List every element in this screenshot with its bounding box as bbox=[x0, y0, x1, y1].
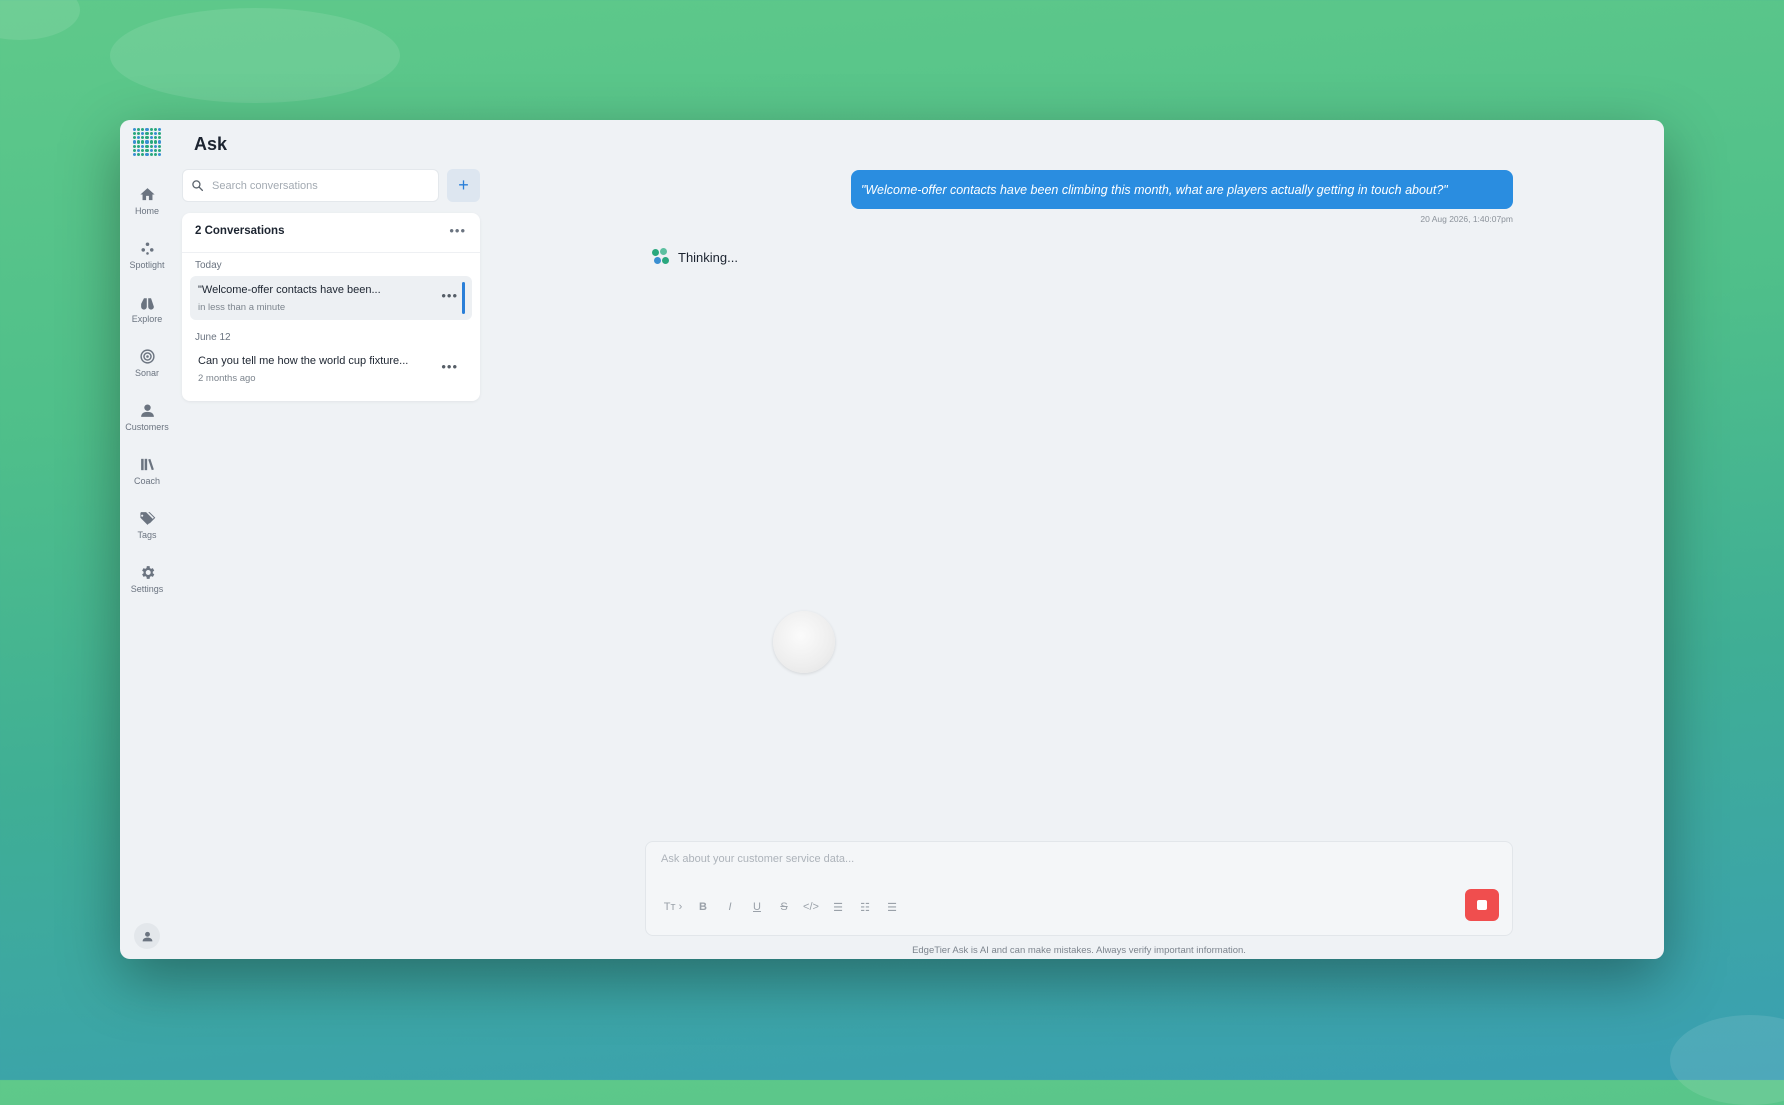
stop-icon bbox=[1477, 900, 1487, 910]
conversation-time: in less than a minute bbox=[198, 302, 286, 313]
nav-label: Coach bbox=[133, 476, 160, 486]
assistant-thinking: Thinking... bbox=[652, 248, 738, 266]
user-message-bubble: "Welcome-offer contacts have been climbi… bbox=[851, 170, 1513, 209]
nav-label: Tags bbox=[137, 530, 157, 540]
formatting-toolbar: Tт › B I U S </> ☰ ☷ ☰ bbox=[659, 897, 908, 917]
nav-item-tags[interactable]: Tags bbox=[120, 510, 174, 540]
person-icon bbox=[140, 404, 154, 417]
plus-icon: + bbox=[458, 175, 469, 195]
loading-indicator bbox=[773, 611, 835, 673]
search-icon bbox=[192, 180, 204, 192]
target-icon bbox=[139, 349, 155, 364]
bold-button[interactable]: B bbox=[692, 897, 714, 917]
underline-icon: U bbox=[753, 901, 761, 913]
more-icon: ••• bbox=[441, 359, 458, 374]
underline-button[interactable]: U bbox=[746, 897, 768, 917]
ai-disclaimer: EdgeTier Ask is AI and can make mistakes… bbox=[912, 945, 1246, 956]
nav-label: Customers bbox=[125, 422, 169, 432]
gear-icon bbox=[141, 566, 154, 579]
conversation-title: "Welcome-offer contacts have been... bbox=[198, 284, 381, 296]
code-icon: </> bbox=[803, 901, 819, 913]
numbered-list-icon: ☷ bbox=[860, 901, 870, 914]
divider bbox=[182, 252, 480, 253]
bold-icon: B bbox=[699, 901, 707, 913]
assistant-logo-icon bbox=[652, 248, 670, 266]
bullet-list-icon: ☰ bbox=[833, 901, 843, 914]
books-icon bbox=[140, 458, 154, 471]
message-timestamp: 20 Aug 2026, 1:40:07pm bbox=[1420, 214, 1513, 224]
nav-item-coach[interactable]: Coach bbox=[120, 456, 174, 486]
more-icon: ••• bbox=[449, 223, 466, 238]
strikethrough-button[interactable]: S bbox=[773, 897, 795, 917]
group-label-june-12: June 12 bbox=[195, 332, 231, 343]
edgetier-logo-icon[interactable] bbox=[133, 128, 161, 156]
conversation-list-menu-button[interactable]: ••• bbox=[449, 223, 466, 238]
nav-item-settings[interactable]: Settings bbox=[120, 564, 174, 594]
bullet-list-button[interactable]: ☰ bbox=[827, 897, 849, 917]
text-style-icon: Tт › bbox=[663, 901, 683, 913]
nav-item-customers[interactable]: Customers bbox=[120, 402, 174, 432]
tag-icon bbox=[139, 512, 155, 525]
nav-label: Sonar bbox=[134, 368, 160, 378]
active-indicator bbox=[462, 282, 465, 314]
thinking-status: Thinking... bbox=[678, 249, 738, 265]
spotlight-icon bbox=[140, 242, 154, 255]
strikethrough-icon: S bbox=[780, 901, 788, 913]
background-blob bbox=[1670, 1015, 1784, 1105]
message-composer: Tт › B I U S </> ☰ ☷ ☰ bbox=[645, 841, 1513, 936]
text-style-button[interactable]: Tт › bbox=[659, 897, 687, 917]
nav-label: Spotlight bbox=[129, 260, 165, 270]
nav-label: Home bbox=[134, 206, 159, 216]
indent-list-icon: ☰ bbox=[887, 901, 897, 914]
code-button[interactable]: </> bbox=[800, 897, 822, 917]
conversation-list: 2 Conversations ••• Today "Welcome-offer… bbox=[182, 213, 480, 401]
user-avatar-button[interactable] bbox=[134, 923, 160, 949]
background-blob bbox=[110, 8, 400, 103]
indent-list-button[interactable]: ☰ bbox=[881, 897, 903, 917]
user-avatar-icon bbox=[142, 931, 152, 941]
page-title: Ask bbox=[194, 134, 228, 154]
nav-item-home[interactable]: Home bbox=[120, 186, 174, 216]
search-box[interactable] bbox=[182, 169, 439, 202]
nav-item-explore[interactable]: Explore bbox=[120, 294, 174, 324]
conversation-item[interactable]: Can you tell me how the world cup fixtur… bbox=[190, 347, 472, 391]
conversation-menu-button[interactable]: ••• bbox=[441, 359, 458, 374]
italic-icon: I bbox=[728, 901, 732, 913]
conversation-item-active[interactable]: "Welcome-offer contacts have been... in … bbox=[190, 276, 472, 320]
binoculars-icon bbox=[140, 298, 154, 310]
home-icon bbox=[139, 188, 155, 201]
conversation-time: 2 months ago bbox=[198, 373, 256, 384]
nav-label: Explore bbox=[131, 314, 163, 324]
italic-button[interactable]: I bbox=[719, 897, 741, 917]
nav-item-sonar[interactable]: Sonar bbox=[120, 348, 174, 378]
conversation-count: 2 Conversations bbox=[195, 225, 285, 237]
conversation-title: Can you tell me how the world cup fixtur… bbox=[198, 355, 409, 367]
stop-generation-button[interactable] bbox=[1465, 889, 1499, 921]
nav-item-spotlight[interactable]: Spotlight bbox=[120, 240, 174, 270]
app-window: Home Spotlight Explore Sonar Customers C… bbox=[120, 120, 1664, 959]
new-conversation-button[interactable]: + bbox=[447, 169, 480, 202]
numbered-list-button[interactable]: ☷ bbox=[854, 897, 876, 917]
message-input[interactable] bbox=[659, 852, 1363, 866]
background-blob bbox=[0, 0, 80, 40]
search-input[interactable] bbox=[210, 178, 414, 193]
left-nav: Home Spotlight Explore Sonar Customers C… bbox=[120, 120, 174, 959]
group-label-today: Today bbox=[195, 260, 222, 271]
more-icon: ••• bbox=[441, 288, 458, 303]
conversation-menu-button[interactable]: ••• bbox=[441, 288, 458, 303]
nav-label: Settings bbox=[130, 584, 164, 594]
